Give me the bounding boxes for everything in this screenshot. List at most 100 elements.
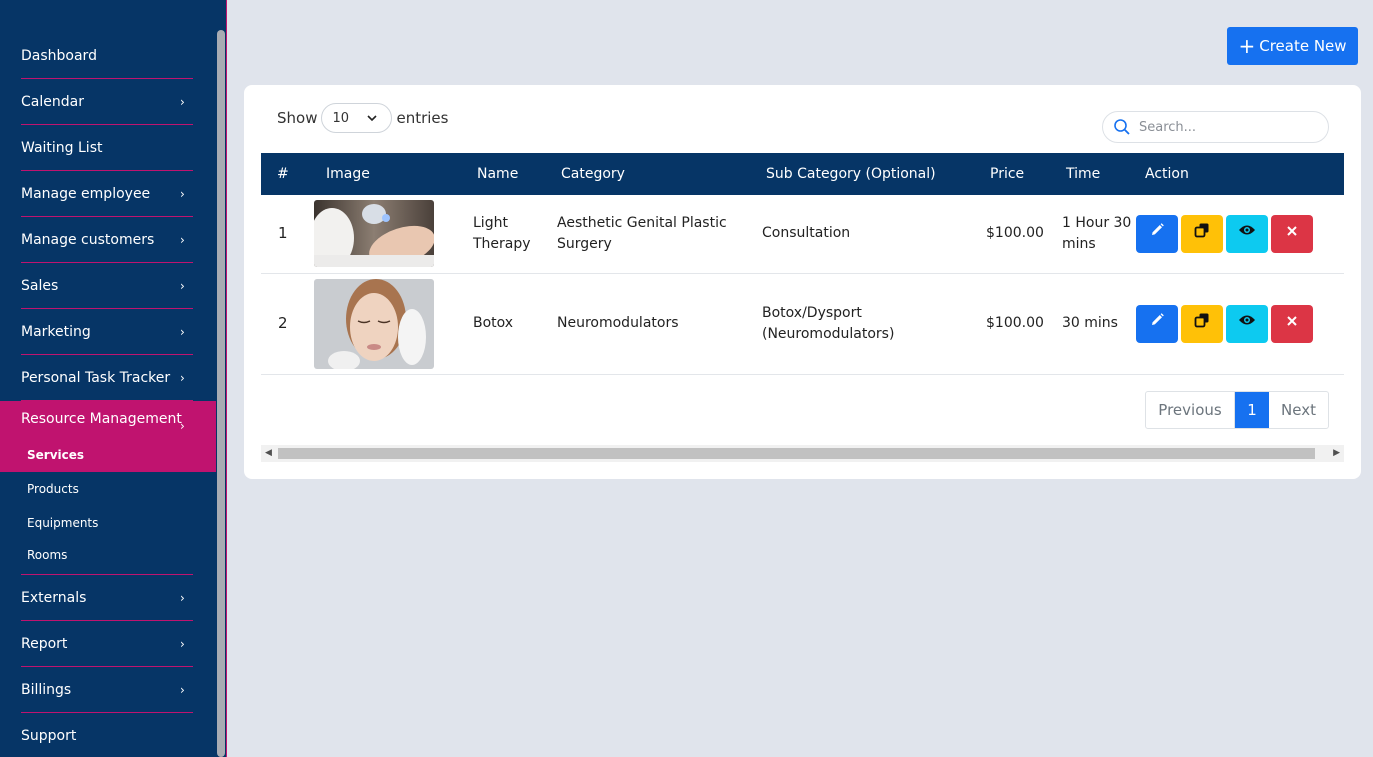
header-price[interactable]: Price bbox=[978, 153, 1054, 195]
light-therapy-photo[interactable] bbox=[314, 200, 434, 268]
sidebar-nav: Dashboard Calendar › Waiting List Manage … bbox=[0, 33, 216, 757]
sidebar-subitem-equipments[interactable]: Equipments bbox=[0, 506, 216, 540]
header-number[interactable]: # bbox=[261, 153, 314, 195]
edit-button[interactable] bbox=[1136, 214, 1178, 253]
chevron-right-icon: › bbox=[180, 279, 185, 293]
row-time: 30 mins bbox=[1054, 273, 1133, 375]
sidebar-item-manage-employee[interactable]: Manage employee › bbox=[0, 171, 216, 217]
sidebar-group-resource-management: Resource Management › Services bbox=[0, 401, 216, 472]
table-header-row: # Image Name Category Sub Category (Opti… bbox=[261, 153, 1344, 195]
sidebar-item-sales[interactable]: Sales › bbox=[0, 263, 216, 309]
sidebar-item-calendar[interactable]: Calendar › bbox=[0, 79, 216, 125]
sidebar-item-dashboard[interactable]: Dashboard bbox=[0, 33, 216, 79]
entries-label: entries bbox=[396, 109, 449, 127]
sidebar-item-manage-customers[interactable]: Manage customers › bbox=[0, 217, 216, 263]
copy-icon bbox=[1194, 312, 1210, 335]
sidebar-subitem-services[interactable]: Services bbox=[0, 448, 216, 472]
pencil-icon bbox=[1149, 312, 1165, 335]
table-row: 2 Botox Neuromodulators Botox/Dysport (N… bbox=[261, 273, 1344, 375]
create-new-button[interactable]: + Create New bbox=[1227, 27, 1358, 65]
row-image-cell bbox=[314, 273, 465, 375]
show-label: Show bbox=[277, 109, 318, 127]
scroll-right-icon[interactable]: ▶ bbox=[1333, 448, 1340, 458]
pagination-next[interactable]: Next bbox=[1269, 392, 1328, 428]
chevron-down-icon bbox=[366, 112, 378, 127]
sidebar: Dashboard Calendar › Waiting List Manage … bbox=[0, 0, 227, 757]
sidebar-item-label: Billings bbox=[21, 682, 72, 698]
services-card: Show 10 entries # Image Name Category bbox=[244, 85, 1361, 479]
chevron-right-icon: › bbox=[180, 591, 185, 605]
pagination: Previous 1 Next bbox=[1145, 391, 1329, 429]
row-category: Neuromodulators bbox=[549, 273, 754, 375]
sidebar-item-billings[interactable]: Billings › bbox=[0, 667, 216, 713]
chevron-right-icon: › bbox=[180, 637, 185, 651]
pagination-previous[interactable]: Previous bbox=[1146, 392, 1235, 428]
entries-control: Show 10 entries bbox=[277, 103, 448, 133]
services-table-wrapper: # Image Name Category Sub Category (Opti… bbox=[261, 153, 1344, 375]
chevron-right-icon: › bbox=[180, 419, 185, 433]
sidebar-item-personal-task-tracker[interactable]: Personal Task Tracker › bbox=[0, 355, 216, 401]
pencil-icon bbox=[1149, 222, 1165, 245]
row-name: Botox bbox=[465, 273, 549, 375]
entries-select[interactable]: 10 bbox=[321, 103, 393, 133]
sidebar-item-label: Support bbox=[21, 728, 77, 744]
chevron-right-icon: › bbox=[180, 683, 185, 697]
eye-icon bbox=[1238, 313, 1256, 334]
header-subcategory[interactable]: Sub Category (Optional) bbox=[754, 153, 978, 195]
header-category[interactable]: Category bbox=[549, 153, 754, 195]
header-action: Action bbox=[1145, 166, 1189, 182]
row-time: 1 Hour 30 mins bbox=[1054, 195, 1133, 274]
sidebar-item-label: Manage customers bbox=[21, 232, 155, 248]
header-name[interactable]: Name bbox=[465, 153, 549, 195]
sidebar-item-support[interactable]: Support bbox=[0, 713, 216, 757]
search-box bbox=[1102, 111, 1329, 143]
sidebar-item-externals[interactable]: Externals › bbox=[0, 575, 216, 621]
delete-button[interactable] bbox=[1271, 214, 1313, 253]
eye-icon bbox=[1238, 223, 1256, 244]
row-category: Aesthetic Genital Plastic Surgery bbox=[549, 195, 754, 274]
create-new-label: Create New bbox=[1259, 37, 1347, 55]
chevron-right-icon: › bbox=[180, 187, 185, 201]
row-price: $100.00 bbox=[978, 195, 1054, 274]
header-image[interactable]: Image bbox=[314, 153, 465, 195]
sidebar-item-report[interactable]: Report › bbox=[0, 621, 216, 667]
sidebar-item-label: Sales bbox=[21, 278, 59, 294]
duplicate-button[interactable] bbox=[1181, 304, 1223, 343]
header-time[interactable]: Time bbox=[1054, 153, 1133, 195]
sidebar-subitem-rooms[interactable]: Rooms bbox=[0, 540, 216, 575]
sidebar-item-label: Manage employee bbox=[21, 186, 151, 202]
scroll-left-icon[interactable]: ◀ bbox=[265, 448, 272, 458]
sidebar-scrollbar-thumb[interactable] bbox=[217, 30, 225, 757]
row-number: 1 bbox=[261, 195, 314, 274]
sidebar-item-label: Externals bbox=[21, 590, 87, 606]
sidebar-item-marketing[interactable]: Marketing › bbox=[0, 309, 216, 355]
sidebar-item-resource-management[interactable]: Resource Management › bbox=[0, 401, 216, 448]
search-input[interactable] bbox=[1139, 119, 1309, 135]
delete-button[interactable] bbox=[1271, 304, 1313, 343]
pagination-page-1[interactable]: 1 bbox=[1235, 392, 1269, 428]
duplicate-button[interactable] bbox=[1181, 214, 1223, 253]
view-button[interactable] bbox=[1226, 214, 1268, 253]
sidebar-subitem-label: Products bbox=[27, 482, 79, 496]
horizontal-scrollbar[interactable]: ◀ ▶ bbox=[261, 445, 1344, 462]
sidebar-subitem-label: Services bbox=[27, 448, 85, 462]
close-icon bbox=[1286, 223, 1298, 244]
chevron-right-icon: › bbox=[180, 95, 185, 109]
view-button[interactable] bbox=[1226, 304, 1268, 343]
sidebar-item-label: Dashboard bbox=[21, 48, 97, 64]
row-price: $100.00 bbox=[978, 273, 1054, 375]
close-icon bbox=[1286, 313, 1298, 334]
chevron-right-icon: › bbox=[180, 233, 185, 247]
sidebar-item-label: Waiting List bbox=[21, 140, 103, 156]
horizontal-scrollbar-thumb[interactable] bbox=[278, 448, 1315, 459]
sidebar-subitem-products[interactable]: Products bbox=[0, 472, 216, 506]
botox-photo[interactable] bbox=[314, 278, 434, 369]
sidebar-item-waiting-list[interactable]: Waiting List bbox=[0, 125, 216, 171]
row-name: Light Therapy bbox=[465, 195, 549, 274]
sidebar-item-label: Resource Management bbox=[21, 411, 182, 427]
chevron-right-icon: › bbox=[180, 325, 185, 339]
sidebar-subitem-label: Rooms bbox=[27, 548, 68, 562]
sidebar-subitem-label: Equipments bbox=[27, 516, 99, 530]
edit-button[interactable] bbox=[1136, 304, 1178, 343]
chevron-right-icon: › bbox=[180, 371, 185, 385]
